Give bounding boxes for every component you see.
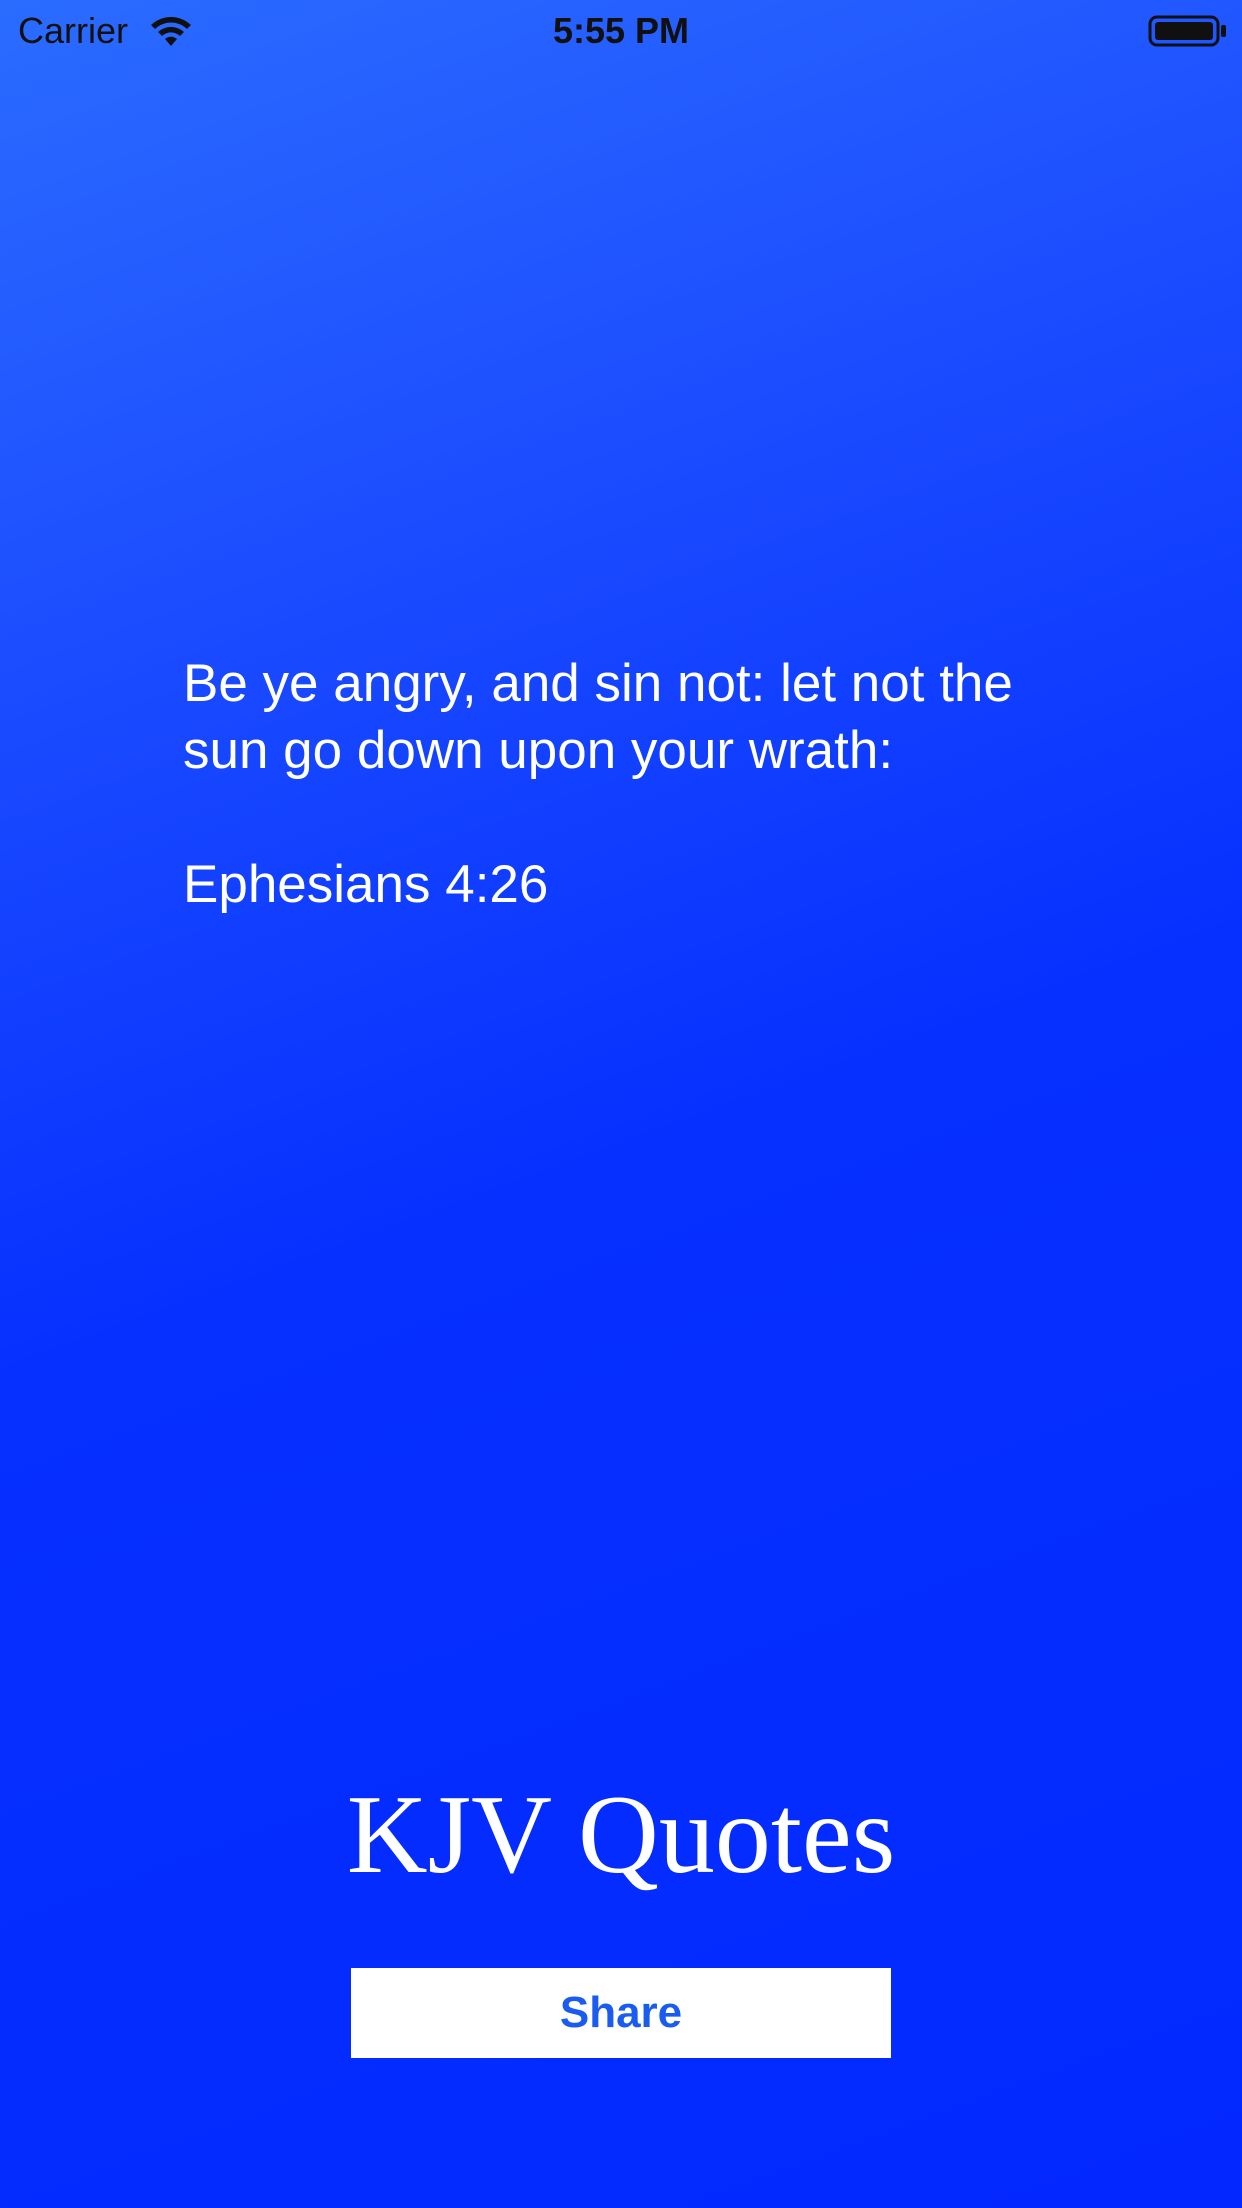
status-bar: Carrier 5:55 PM bbox=[0, 0, 1242, 62]
status-time: 5:55 PM bbox=[552, 10, 690, 51]
share-button[interactable]: Share bbox=[351, 1968, 891, 2058]
app-title: KJV Quotes bbox=[346, 1773, 896, 1897]
quote-text: Be ye angry, and sin not: let not the su… bbox=[183, 654, 1013, 780]
battery-icon bbox=[1148, 14, 1228, 48]
quote-block: Be ye angry, and sin not: let not the su… bbox=[183, 650, 1083, 918]
quote-reference: Ephesians 4:26 bbox=[183, 855, 549, 914]
